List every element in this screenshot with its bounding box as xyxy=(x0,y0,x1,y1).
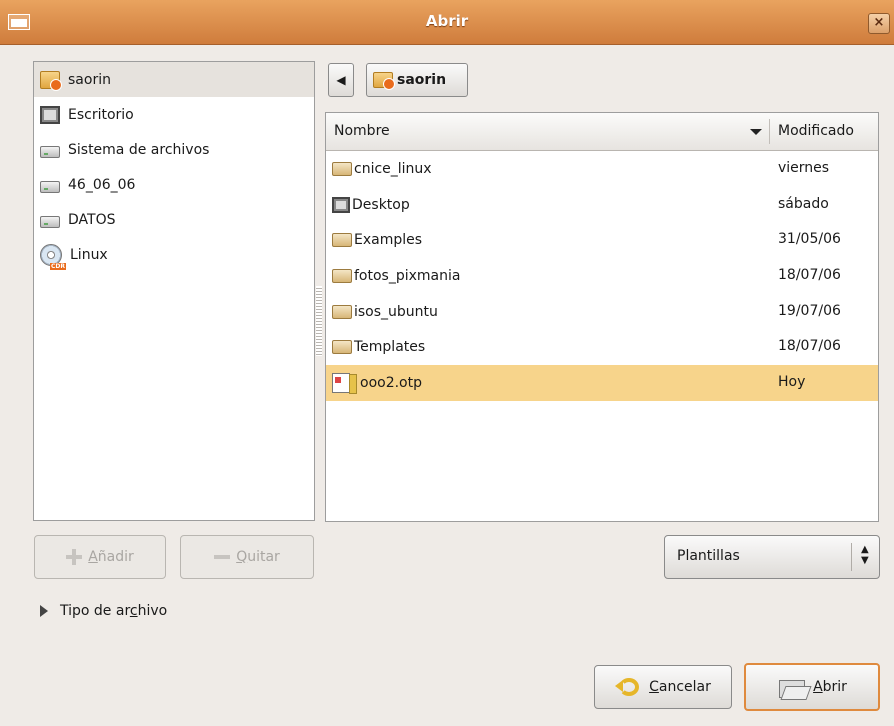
minus-icon xyxy=(214,555,231,559)
places-item-saorin[interactable]: saorin xyxy=(34,62,314,97)
file-row[interactable]: isos_ubuntu 19/07/06 xyxy=(326,294,878,330)
drive-icon xyxy=(40,145,60,158)
folder-icon xyxy=(332,161,352,176)
file-type-filter-select[interactable]: Plantillas ▲ ▼ xyxy=(664,535,880,579)
file-name: fotos_pixmania xyxy=(354,267,461,284)
places-item-label: DATOS xyxy=(68,211,116,228)
remove-bookmark-button[interactable]: Quitar xyxy=(180,535,314,579)
open-label: Abrir xyxy=(813,679,847,695)
close-icon: × xyxy=(873,15,885,30)
file-list-header: Nombre Modificado xyxy=(326,113,878,151)
file-modified: 18/07/06 xyxy=(778,267,841,284)
window-title: Abrir xyxy=(425,12,469,30)
desktop-icon xyxy=(332,196,350,213)
file-modified: 18/07/06 xyxy=(778,338,841,355)
places-item-filesystem[interactable]: Sistema de archivos xyxy=(34,132,314,167)
folder-icon xyxy=(332,233,352,248)
expander-label: Tipo de archivo xyxy=(60,603,168,619)
file-type-expander[interactable]: Tipo de archivo xyxy=(40,603,167,619)
places-sidebar: saorin Escritorio Sistema de archivos 46… xyxy=(33,61,315,521)
places-item-datos[interactable]: DATOS xyxy=(34,202,314,237)
file-modified: 31/05/06 xyxy=(778,231,841,248)
home-folder-icon xyxy=(40,70,62,91)
cancel-label: Cancelar xyxy=(649,679,711,695)
title-bar: Abrir × xyxy=(0,0,894,45)
file-row[interactable]: Templates 18/07/06 xyxy=(326,329,878,365)
folder-icon xyxy=(332,268,352,283)
chevron-left-icon: ◀ xyxy=(336,73,346,87)
file-name: Examples xyxy=(354,232,423,249)
places-item-label: 46_06_06 xyxy=(68,176,136,193)
file-name: isos_ubuntu xyxy=(354,303,438,320)
undo-icon xyxy=(615,676,643,698)
places-item-label: Linux xyxy=(70,246,108,263)
add-bookmark-button[interactable]: Añadir xyxy=(34,535,166,579)
cancel-button[interactable]: Cancelar xyxy=(594,665,732,709)
places-item-linux[interactable]: Linux xyxy=(34,237,314,272)
file-row[interactable]: Examples 31/05/06 xyxy=(326,222,878,258)
file-name: ooo2.otp xyxy=(360,374,422,391)
path-button-saorin[interactable]: saorin xyxy=(366,63,468,97)
file-name: Desktop xyxy=(352,196,410,213)
file-name: Templates xyxy=(354,339,426,356)
places-item-46-06-06[interactable]: 46_06_06 xyxy=(34,167,314,202)
select-divider xyxy=(851,543,852,571)
column-header-name[interactable]: Nombre xyxy=(334,123,390,139)
expander-triangle-icon xyxy=(40,605,48,617)
sort-descending-icon xyxy=(750,129,762,135)
file-modified: viernes xyxy=(778,160,830,176)
places-item-label: saorin xyxy=(68,71,111,88)
desktop-icon xyxy=(40,105,60,124)
folder-icon xyxy=(332,304,352,319)
drive-icon xyxy=(40,180,60,193)
path-back-button[interactable]: ◀ xyxy=(328,63,354,97)
file-modified: sábado xyxy=(778,195,829,212)
places-item-label: Escritorio xyxy=(68,106,134,123)
column-header-modified[interactable]: Modificado xyxy=(778,123,854,139)
cdrom-icon xyxy=(40,243,66,270)
file-row[interactable]: fotos_pixmania 18/07/06 xyxy=(326,258,878,294)
path-button-label: saorin xyxy=(397,72,447,88)
document-icon xyxy=(332,372,357,394)
column-divider[interactable] xyxy=(769,119,770,144)
plus-icon xyxy=(66,549,83,565)
add-label: Añadir xyxy=(88,549,134,565)
file-list: Nombre Modificado cnice_linux viernes De… xyxy=(325,112,879,522)
filter-selected-value: Plantillas xyxy=(677,548,740,564)
folder-icon xyxy=(332,340,352,355)
file-modified: 19/07/06 xyxy=(778,302,841,319)
open-button[interactable]: Abrir xyxy=(744,663,880,711)
file-row[interactable]: Desktop sábado xyxy=(326,187,878,223)
file-name: cnice_linux xyxy=(354,160,432,177)
open-folder-icon xyxy=(777,676,807,698)
file-row[interactable]: ooo2.otp Hoy xyxy=(326,365,878,401)
remove-label: Quitar xyxy=(236,549,280,565)
drive-icon xyxy=(40,215,60,228)
pane-resize-handle[interactable] xyxy=(316,286,322,356)
select-arrows-icon: ▲ ▼ xyxy=(861,544,869,566)
places-item-label: Sistema de archivos xyxy=(68,141,210,158)
file-row[interactable]: cnice_linux viernes xyxy=(326,151,878,187)
close-button[interactable]: × xyxy=(868,13,890,34)
file-modified: Hoy xyxy=(778,374,806,391)
home-folder-icon xyxy=(373,72,395,90)
places-item-escritorio[interactable]: Escritorio xyxy=(34,97,314,132)
